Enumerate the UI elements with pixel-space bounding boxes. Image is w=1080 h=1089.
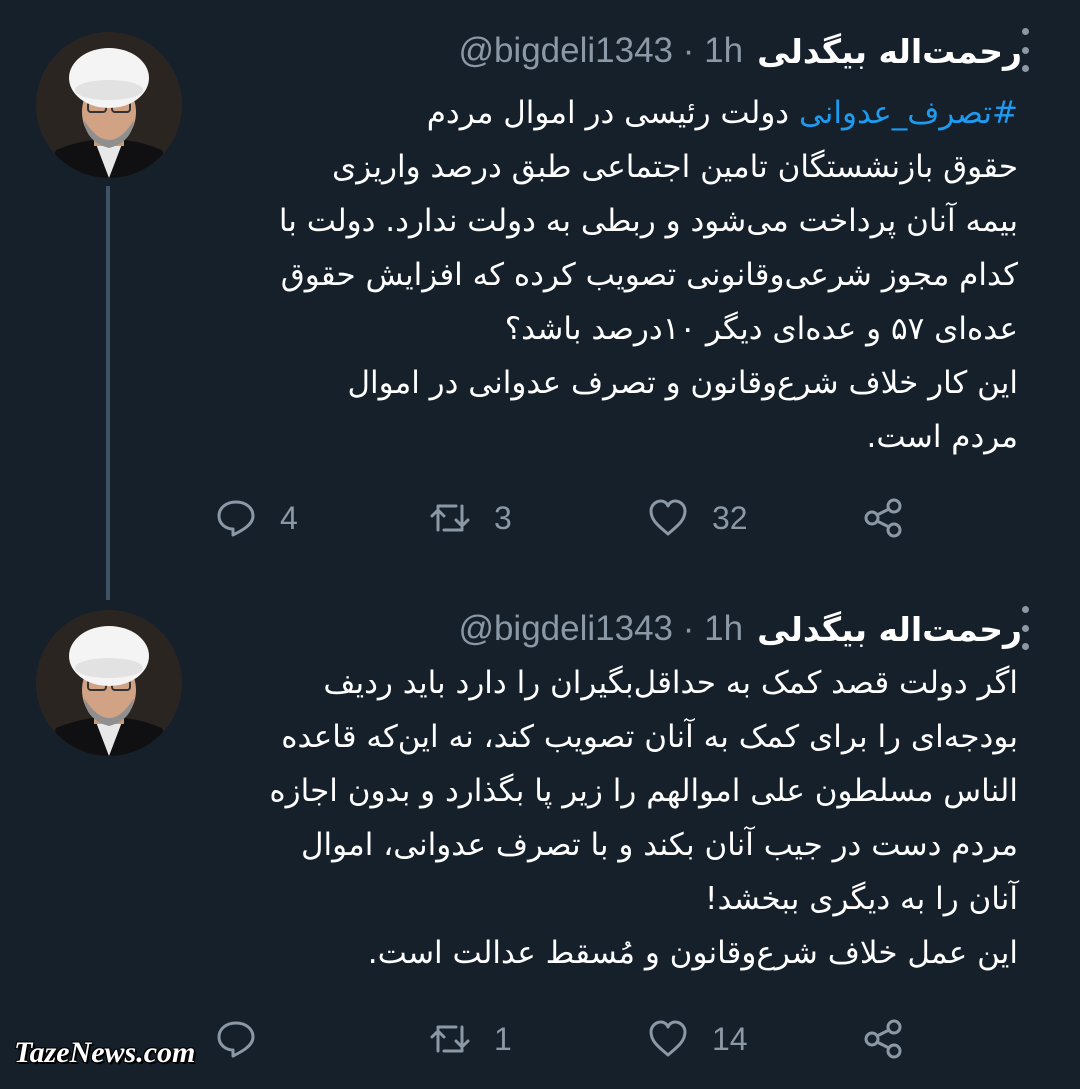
tweet-line: بیمه آنان پرداخت می‌شود و ربطی به دولت ن… <box>278 203 1018 239</box>
retweet-count: 1 <box>494 1020 512 1057</box>
tweet-line: این عمل خلاف شرع‌وقانون و مُسقط عدالت اس… <box>367 935 1018 971</box>
tweet-line: دولت رئیسی در اموال مردم <box>426 95 799 131</box>
hashtag-link[interactable]: #تصرف_عدوانی <box>799 95 1018 131</box>
more-options-icon[interactable] <box>1018 606 1032 650</box>
avatar[interactable] <box>36 32 182 178</box>
tweet-line: الناس مسلطون علی اموالهم را زیر پا بگذار… <box>269 773 1018 809</box>
tweet-line: مردم است. <box>866 419 1018 455</box>
tweet-line: مردم دست در جیب آنان بکند و با تصرف عدوا… <box>300 827 1018 863</box>
heart-icon <box>649 499 687 536</box>
avatar[interactable] <box>36 610 182 756</box>
tweet-line: این کار خلاف شرع‌وقانون و تصرف عدوانی در… <box>347 365 1018 401</box>
reply-button[interactable]: 4 <box>214 493 298 543</box>
retweet-button[interactable]: 1 <box>428 1014 512 1064</box>
tweet-header: رحمت‌اله بیگدلی @bigdeli1343 · 1h <box>458 26 1022 76</box>
tweet-line: عده‌ای ۵۷ و عده‌ای دیگر ۱۰درصد باشد؟ <box>504 311 1018 347</box>
display-name[interactable]: رحمت‌اله بیگدلی <box>757 610 1022 649</box>
reply-count: 4 <box>280 499 298 536</box>
share-icon <box>864 498 902 538</box>
more-options-icon[interactable] <box>1018 28 1032 72</box>
watermark: TazeNews.com <box>14 1036 196 1069</box>
like-button[interactable]: 14 <box>646 1014 748 1064</box>
display-name[interactable]: رحمت‌اله بیگدلی <box>757 32 1022 71</box>
handle-and-time[interactable]: @bigdeli1343 · 1h <box>458 31 743 71</box>
retweet-count: 3 <box>494 499 512 536</box>
tweet-line: اگر دولت قصد کمک به حداقل‌بگیران را دارد… <box>323 665 1018 701</box>
tweet-header: رحمت‌اله بیگدلی @bigdeli1343 · 1h <box>458 604 1022 654</box>
reply-icon <box>217 1021 255 1058</box>
share-button[interactable] <box>862 493 906 543</box>
tweet-line: حقوق بازنشستگان تامین اجتماعی طبق درصد و… <box>332 149 1018 185</box>
like-button[interactable]: 32 <box>646 493 748 543</box>
tweet-actions: 4 3 32 <box>0 493 1080 543</box>
share-icon <box>864 1019 902 1059</box>
tweet-text: #تصرف_عدوانی دولت رئیسی در اموال مردم حق… <box>212 86 1018 464</box>
tweet-line: آنان را به دیگری ببخشد! <box>705 881 1018 917</box>
retweet-icon <box>430 1025 470 1053</box>
heart-icon <box>649 1020 687 1057</box>
share-button[interactable] <box>862 1014 906 1064</box>
reply-icon <box>217 500 255 537</box>
handle-and-time[interactable]: @bigdeli1343 · 1h <box>458 609 743 649</box>
like-count: 32 <box>712 499 748 536</box>
tweet-line: کدام مجوز شرعی‌وقانونی تصویب کرده که افز… <box>280 257 1018 293</box>
tweet-text: اگر دولت قصد کمک به حداقل‌بگیران را دارد… <box>212 656 1018 980</box>
retweet-icon <box>430 504 470 532</box>
reply-button[interactable] <box>214 1014 280 1064</box>
like-count: 14 <box>712 1020 748 1057</box>
tweet-line: بودجه‌ای را برای کمک به آنان تصویب کند، … <box>281 719 1018 755</box>
retweet-button[interactable]: 3 <box>428 493 512 543</box>
